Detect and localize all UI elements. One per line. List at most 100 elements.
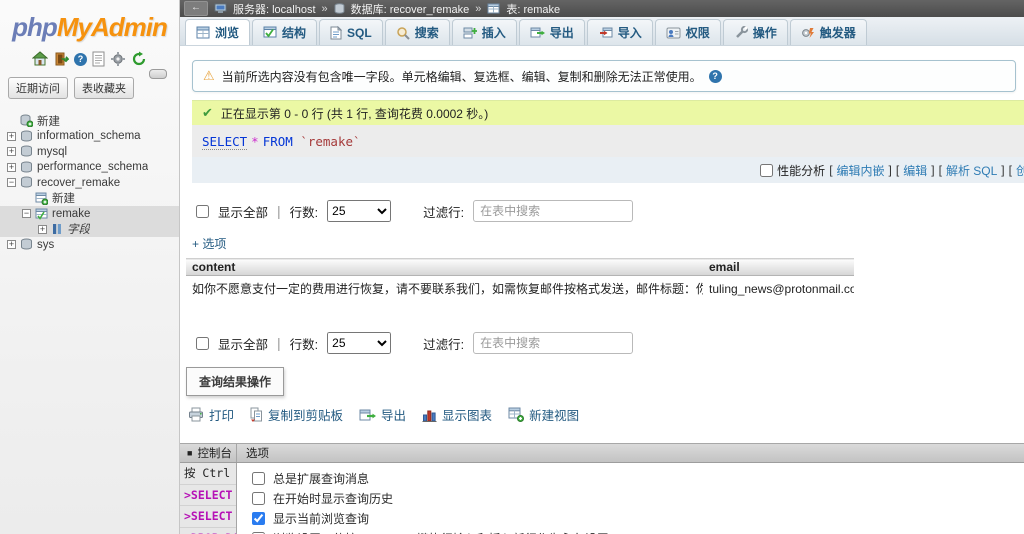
column-header-content[interactable]: content bbox=[186, 258, 703, 276]
chart-icon bbox=[422, 408, 437, 422]
settings-gear-icon[interactable] bbox=[110, 51, 126, 67]
console-options-tab[interactable]: 选项 bbox=[237, 444, 269, 462]
display-chart-link[interactable]: 显示图表 bbox=[422, 405, 492, 424]
checkbox[interactable] bbox=[252, 471, 265, 485]
browse-controls-top: 显示全部 | 行数: 25 过滤行: bbox=[196, 199, 1024, 223]
help-icon[interactable]: ? bbox=[74, 52, 87, 66]
main-content: ⚠ 当前所选内容没有包含唯一字段。单元格编辑、复选框、编辑、复制和删除无法正常使… bbox=[180, 46, 1024, 443]
collapse-navigation-button[interactable] bbox=[149, 69, 167, 79]
console-option-show-current-query[interactable]: 显示当前浏览查询 bbox=[237, 508, 1024, 528]
warning-icon: ⚠ bbox=[203, 68, 215, 83]
tree-item-sys[interactable]: + sys bbox=[0, 237, 179, 253]
print-icon bbox=[188, 407, 204, 422]
console-history-query[interactable]: >SELECT bbox=[180, 506, 236, 528]
tree-item-remake[interactable]: − remake bbox=[0, 206, 179, 222]
tab-structure[interactable]: 结构 bbox=[252, 19, 318, 45]
refresh-icon[interactable] bbox=[131, 51, 147, 67]
tab-sql[interactable]: SQL bbox=[319, 19, 383, 45]
help-icon[interactable]: ? bbox=[708, 69, 722, 83]
edit-inline-link[interactable]: 编辑内嵌 bbox=[837, 162, 885, 179]
home-icon[interactable] bbox=[32, 51, 48, 67]
phpmyadmin-logo[interactable]: phpMyAdmin bbox=[0, 12, 179, 43]
console-option-expand-messages[interactable]: 总是扩展查询消息 bbox=[237, 468, 1024, 488]
query-results-operations: 打印 复制到剪贴板 导出 显示图表 新建视图 bbox=[188, 405, 1024, 424]
console-option-shift-enter-setting[interactable]: 浏览设置，使按Shift+Enter键执行输入和插入新行作为永久设置 bbox=[237, 528, 1024, 534]
tree-item-new-database[interactable]: 新建 bbox=[0, 113, 179, 129]
tab-label: 触发器 bbox=[819, 26, 856, 40]
sidebar-toolbar: ? bbox=[0, 50, 179, 68]
tab-label: SQL bbox=[347, 25, 372, 40]
export-link[interactable]: 导出 bbox=[359, 405, 406, 424]
tab-insert[interactable]: 插入 bbox=[451, 19, 517, 45]
explain-sql-link[interactable]: 解析 SQL bbox=[946, 162, 997, 179]
tab-label: 操作 bbox=[752, 26, 777, 40]
table-favorites-button[interactable]: 表收藏夹 bbox=[74, 77, 134, 99]
tab-search[interactable]: 搜索 bbox=[384, 19, 450, 45]
tree-item-new-table[interactable]: 新建 bbox=[0, 191, 179, 207]
tab-triggers[interactable]: 触发器 bbox=[789, 19, 867, 45]
tree-item-mysql[interactable]: + mysql bbox=[0, 144, 179, 160]
triggers-icon bbox=[801, 26, 815, 40]
new-database-icon bbox=[20, 114, 33, 128]
filter-rows-input[interactable] bbox=[473, 332, 634, 354]
show-all-checkbox[interactable] bbox=[196, 336, 209, 350]
tree-item-columns[interactable]: + 字段 bbox=[0, 221, 179, 237]
database-tree: 新建 + information_schema + mysql + perfor… bbox=[0, 113, 179, 253]
show-all-checkbox[interactable] bbox=[196, 204, 209, 218]
op-link-label: 新建视图 bbox=[529, 409, 580, 423]
import-icon bbox=[598, 26, 613, 39]
sql-keyword-select[interactable]: SELECT bbox=[202, 134, 248, 150]
column-header-email[interactable]: email bbox=[703, 258, 854, 276]
breadcrumb-separator: » bbox=[321, 2, 328, 15]
search-icon bbox=[396, 26, 410, 40]
checkbox[interactable] bbox=[252, 511, 265, 525]
console-title-label: 控制台 bbox=[197, 448, 232, 460]
collapse-icon[interactable]: − bbox=[22, 209, 31, 219]
tab-browse[interactable]: 浏览 bbox=[185, 19, 251, 45]
create-php-code-link[interactable]: 创建 PH bbox=[1016, 162, 1024, 179]
breadcrumb-table[interactable]: 表: remake bbox=[506, 1, 560, 17]
console-icon: ■ bbox=[187, 448, 193, 458]
console-panel: ■ 控制台 选项 按 Ctrl >SELECT >SELECT >DROP DA… bbox=[180, 443, 1024, 534]
tab-import[interactable]: 导入 bbox=[586, 19, 653, 45]
console-history-query[interactable]: >DROP DA bbox=[180, 528, 236, 534]
expand-icon[interactable]: + bbox=[7, 147, 16, 157]
tree-item-performance-schema[interactable]: + performance_schema bbox=[0, 160, 179, 176]
rows-label: 行数: bbox=[289, 337, 319, 352]
rows-count-select[interactable]: 25 bbox=[327, 332, 392, 354]
tab-label: 结构 bbox=[282, 26, 307, 40]
recent-tables-button[interactable]: 近期访问 bbox=[8, 77, 68, 99]
exit-icon[interactable] bbox=[53, 51, 69, 67]
expand-icon[interactable]: + bbox=[7, 240, 16, 250]
tab-label: 插入 bbox=[481, 26, 506, 40]
profiling-checkbox[interactable] bbox=[760, 163, 774, 177]
tree-item-information-schema[interactable]: + information_schema bbox=[0, 129, 179, 145]
breadcrumb-database[interactable]: 数据库: recover_remake bbox=[351, 1, 470, 17]
checkbox[interactable] bbox=[252, 491, 265, 505]
tab-export[interactable]: 导出 bbox=[518, 19, 585, 45]
back-arrow-button[interactable]: ← bbox=[184, 1, 208, 16]
op-link-label: 导出 bbox=[381, 409, 407, 423]
expand-icon[interactable]: + bbox=[7, 162, 16, 172]
documentation-icon[interactable] bbox=[92, 51, 105, 67]
success-text: 正在显示第 0 - 0 行 (共 1 行, 查询花费 0.0002 秒。) bbox=[220, 106, 489, 121]
create-view-link[interactable]: 新建视图 bbox=[508, 405, 579, 424]
console-history-query[interactable]: >SELECT bbox=[180, 485, 236, 506]
breadcrumb-server[interactable]: 服务器: localhost bbox=[233, 1, 316, 17]
tab-privileges[interactable]: 权限 bbox=[654, 19, 721, 45]
rows-count-select[interactable]: 25 bbox=[327, 200, 392, 222]
tree-item-recover-remake[interactable]: − recover_remake bbox=[0, 175, 179, 191]
collapse-icon[interactable]: − bbox=[7, 178, 16, 188]
console-option-show-history[interactable]: 在开始时显示查询历史 bbox=[237, 488, 1024, 508]
database-icon bbox=[20, 145, 33, 158]
database-icon bbox=[20, 176, 33, 189]
print-link[interactable]: 打印 bbox=[188, 405, 234, 424]
tab-operations[interactable]: 操作 bbox=[722, 19, 788, 45]
copy-to-clipboard-link[interactable]: 复制到剪贴板 bbox=[250, 405, 343, 424]
console-title-tab[interactable]: ■ 控制台 bbox=[180, 444, 237, 462]
expand-icon[interactable]: + bbox=[7, 131, 16, 141]
options-toggle-link[interactable]: + 选项 bbox=[192, 235, 1024, 252]
edit-link[interactable]: 编辑 bbox=[903, 162, 927, 179]
expand-icon[interactable]: + bbox=[38, 224, 47, 234]
filter-rows-input[interactable] bbox=[473, 200, 634, 222]
